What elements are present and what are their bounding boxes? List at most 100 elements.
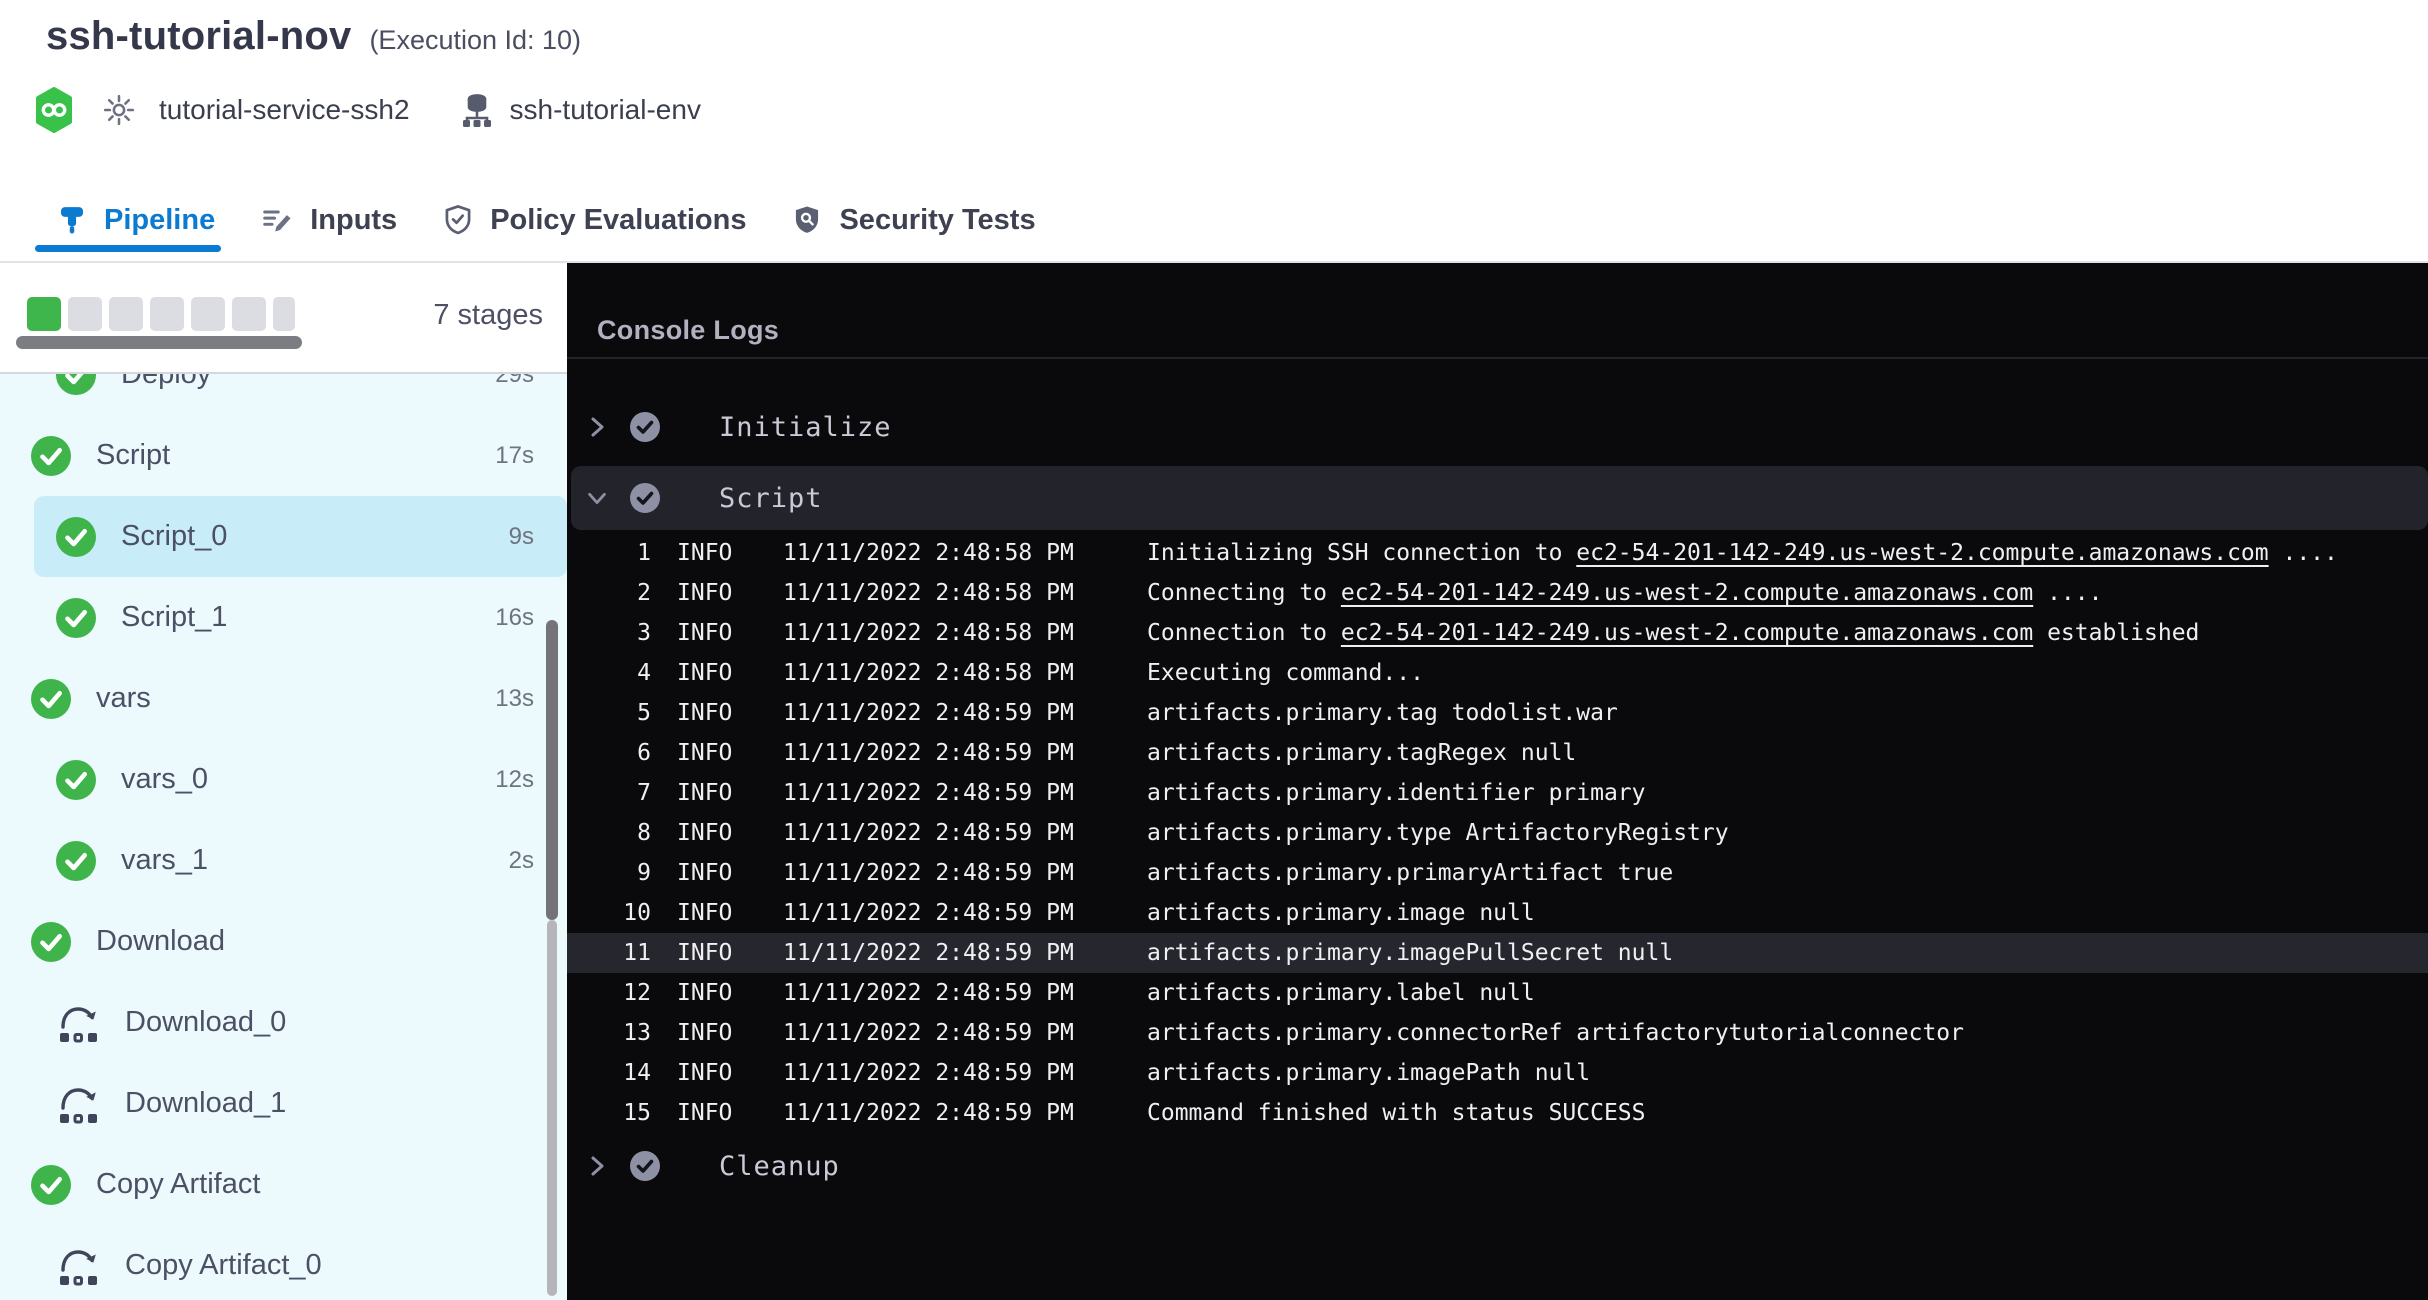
log-line-10: 10INFO11/11/2022 2:48:59 PMartifacts.pri… (567, 893, 2428, 933)
stage-row-vars-1[interactable]: vars_12s (0, 820, 567, 901)
progress-square (27, 297, 61, 331)
stage-row-download-1[interactable]: Download_1 (0, 1063, 567, 1144)
log-message: artifacts.primary.image null (1147, 900, 1535, 926)
stage-row-copy-artifact[interactable]: Copy Artifact (0, 1144, 567, 1225)
policy-shield-check-icon (443, 204, 473, 236)
progress-square (273, 297, 295, 331)
tab-security-tests[interactable]: Security Tests (792, 204, 1035, 237)
log-level: INFO (677, 820, 735, 846)
log-message: artifacts.primary.imagePullSecret null (1147, 940, 1673, 966)
log-line-2: 2INFO11/11/2022 2:48:58 PMConnecting to … (567, 573, 2428, 613)
log-section-initialize[interactable]: Initialize (567, 395, 2428, 459)
log-timestamp: 11/11/2022 2:48:59 PM (783, 700, 1075, 726)
log-timestamp: 11/11/2022 2:48:59 PM (783, 1060, 1075, 1086)
section-label: Initialize (719, 412, 892, 443)
log-host-link[interactable]: ec2-54-201-142-249.us-west-2.compute.ama… (1341, 580, 2033, 606)
log-timestamp: 11/11/2022 2:48:59 PM (783, 900, 1075, 926)
log-line-3: 3INFO11/11/2022 2:48:58 PMConnection to … (567, 613, 2428, 653)
progress-square (109, 297, 143, 331)
chevron-down-icon[interactable] (585, 488, 609, 508)
chevron-right-icon[interactable] (585, 1153, 609, 1179)
stage-row-copy-artifact-0[interactable]: Copy Artifact_0 (0, 1225, 567, 1300)
log-host-link[interactable]: ec2-54-201-142-249.us-west-2.compute.ama… (1576, 540, 2268, 566)
log-line-11: 11INFO11/11/2022 2:48:59 PMartifacts.pri… (567, 933, 2428, 973)
execution-header: ssh-tutorial-nov (Execution Id: 10) tuto… (0, 0, 2428, 263)
log-message: artifacts.primary.label null (1147, 980, 1535, 1006)
stage-row-script-0[interactable]: Script_09s (34, 496, 567, 577)
stage-label: Download_1 (125, 1087, 286, 1120)
security-shield-scan-icon (792, 204, 822, 236)
log-line-number: 1 (567, 540, 651, 566)
sidebar-scrollbar-track[interactable] (547, 920, 557, 1296)
log-line-number: 6 (567, 740, 651, 766)
tab-inputs[interactable]: Inputs (261, 204, 397, 237)
log-line-4: 4INFO11/11/2022 2:48:58 PMExecuting comm… (567, 653, 2428, 693)
log-lines: 1INFO11/11/2022 2:48:58 PMInitializing S… (567, 533, 2428, 1133)
log-line-number: 2 (567, 580, 651, 606)
success-check-icon (55, 759, 97, 801)
execution-meta-row: tutorial-service-ssh2 ssh-tutorial-env (33, 86, 701, 134)
log-message: artifacts.primary.tag todolist.war (1147, 700, 1618, 726)
environment-icon (460, 92, 494, 128)
stage-row-vars[interactable]: vars13s (0, 658, 567, 739)
section-label: Script (719, 483, 823, 514)
log-level: INFO (677, 620, 735, 646)
success-check-icon (55, 597, 97, 639)
stage-row-script[interactable]: Script17s (0, 415, 567, 496)
stage-row-vars-0[interactable]: vars_012s (0, 739, 567, 820)
log-section-cleanup[interactable]: Cleanup (567, 1134, 2428, 1198)
progress-square (150, 297, 184, 331)
log-level: INFO (677, 660, 735, 686)
log-message: artifacts.primary.imagePath null (1147, 1060, 1590, 1086)
log-line-7: 7INFO11/11/2022 2:48:59 PMartifacts.prim… (567, 773, 2428, 813)
progress-square (191, 297, 225, 331)
log-timestamp: 11/11/2022 2:48:59 PM (783, 940, 1075, 966)
log-line-number: 8 (567, 820, 651, 846)
tab-policy-evaluations[interactable]: Policy Evaluations (443, 204, 746, 237)
horizontal-scrollbar[interactable] (16, 336, 302, 349)
stage-row-deploy[interactable]: Deploy29s (0, 374, 567, 415)
stage-list: Deploy29sScript17sScript_09sScript_116sv… (0, 374, 567, 1300)
log-line-number: 4 (567, 660, 651, 686)
success-check-icon (30, 921, 72, 963)
stage-label: Script (96, 439, 170, 472)
success-check-icon (55, 840, 97, 882)
stage-row-script-1[interactable]: Script_116s (0, 577, 567, 658)
log-message: artifacts.primary.connectorRef artifacto… (1147, 1020, 1964, 1046)
log-timestamp: 11/11/2022 2:48:59 PM (783, 740, 1075, 766)
stage-label: Download_0 (125, 1006, 286, 1039)
sidebar-scrollbar-thumb[interactable] (546, 620, 558, 920)
log-timestamp: 11/11/2022 2:48:59 PM (783, 1100, 1075, 1126)
console-body: Initialize Script 1INFO11/11/2022 2:48:5… (567, 361, 2428, 1300)
log-line-15: 15INFO11/11/2022 2:48:59 PMCommand finis… (567, 1093, 2428, 1133)
service-name: tutorial-service-ssh2 (159, 94, 410, 126)
stage-progress-squares (27, 297, 295, 331)
log-line-14: 14INFO11/11/2022 2:48:59 PMartifacts.pri… (567, 1053, 2428, 1093)
success-check-icon (55, 516, 97, 558)
log-line-13: 13INFO11/11/2022 2:48:59 PMartifacts.pri… (567, 1013, 2428, 1053)
log-line-9: 9INFO11/11/2022 2:48:59 PMartifacts.prim… (567, 853, 2428, 893)
log-line-12: 12INFO11/11/2022 2:48:59 PMartifacts.pri… (567, 973, 2428, 1013)
progress-square (68, 297, 102, 331)
log-timestamp: 11/11/2022 2:48:58 PM (783, 580, 1075, 606)
success-check-icon (30, 1164, 72, 1206)
log-timestamp: 11/11/2022 2:48:58 PM (783, 620, 1075, 646)
stage-sidebar: 7 stages Deploy29sScript17sScript_09sScr… (0, 263, 567, 1300)
chevron-right-icon[interactable] (585, 414, 609, 440)
stage-row-download-0[interactable]: Download_0 (0, 982, 567, 1063)
log-message: Connection to ec2-54-201-142-249.us-west… (1147, 620, 2199, 646)
log-message: Command finished with status SUCCESS (1147, 1100, 1646, 1126)
success-check-icon (30, 435, 72, 477)
log-line-1: 1INFO11/11/2022 2:48:58 PMInitializing S… (567, 533, 2428, 573)
console-panel: Console Logs Initialize Script (567, 263, 2428, 1300)
log-section-script[interactable]: Script (571, 466, 2428, 530)
rollback-icon (55, 1245, 101, 1287)
log-host-link[interactable]: ec2-54-201-142-249.us-west-2.compute.ama… (1341, 620, 2033, 646)
log-timestamp: 11/11/2022 2:48:59 PM (783, 980, 1075, 1006)
pipeline-icon (57, 204, 87, 236)
log-timestamp: 11/11/2022 2:48:59 PM (783, 1020, 1075, 1046)
stages-count-label: 7 stages (433, 299, 543, 332)
stage-label: Script_1 (121, 601, 227, 634)
stage-row-download[interactable]: Download (0, 901, 567, 982)
tab-pipeline[interactable]: Pipeline (57, 204, 215, 237)
